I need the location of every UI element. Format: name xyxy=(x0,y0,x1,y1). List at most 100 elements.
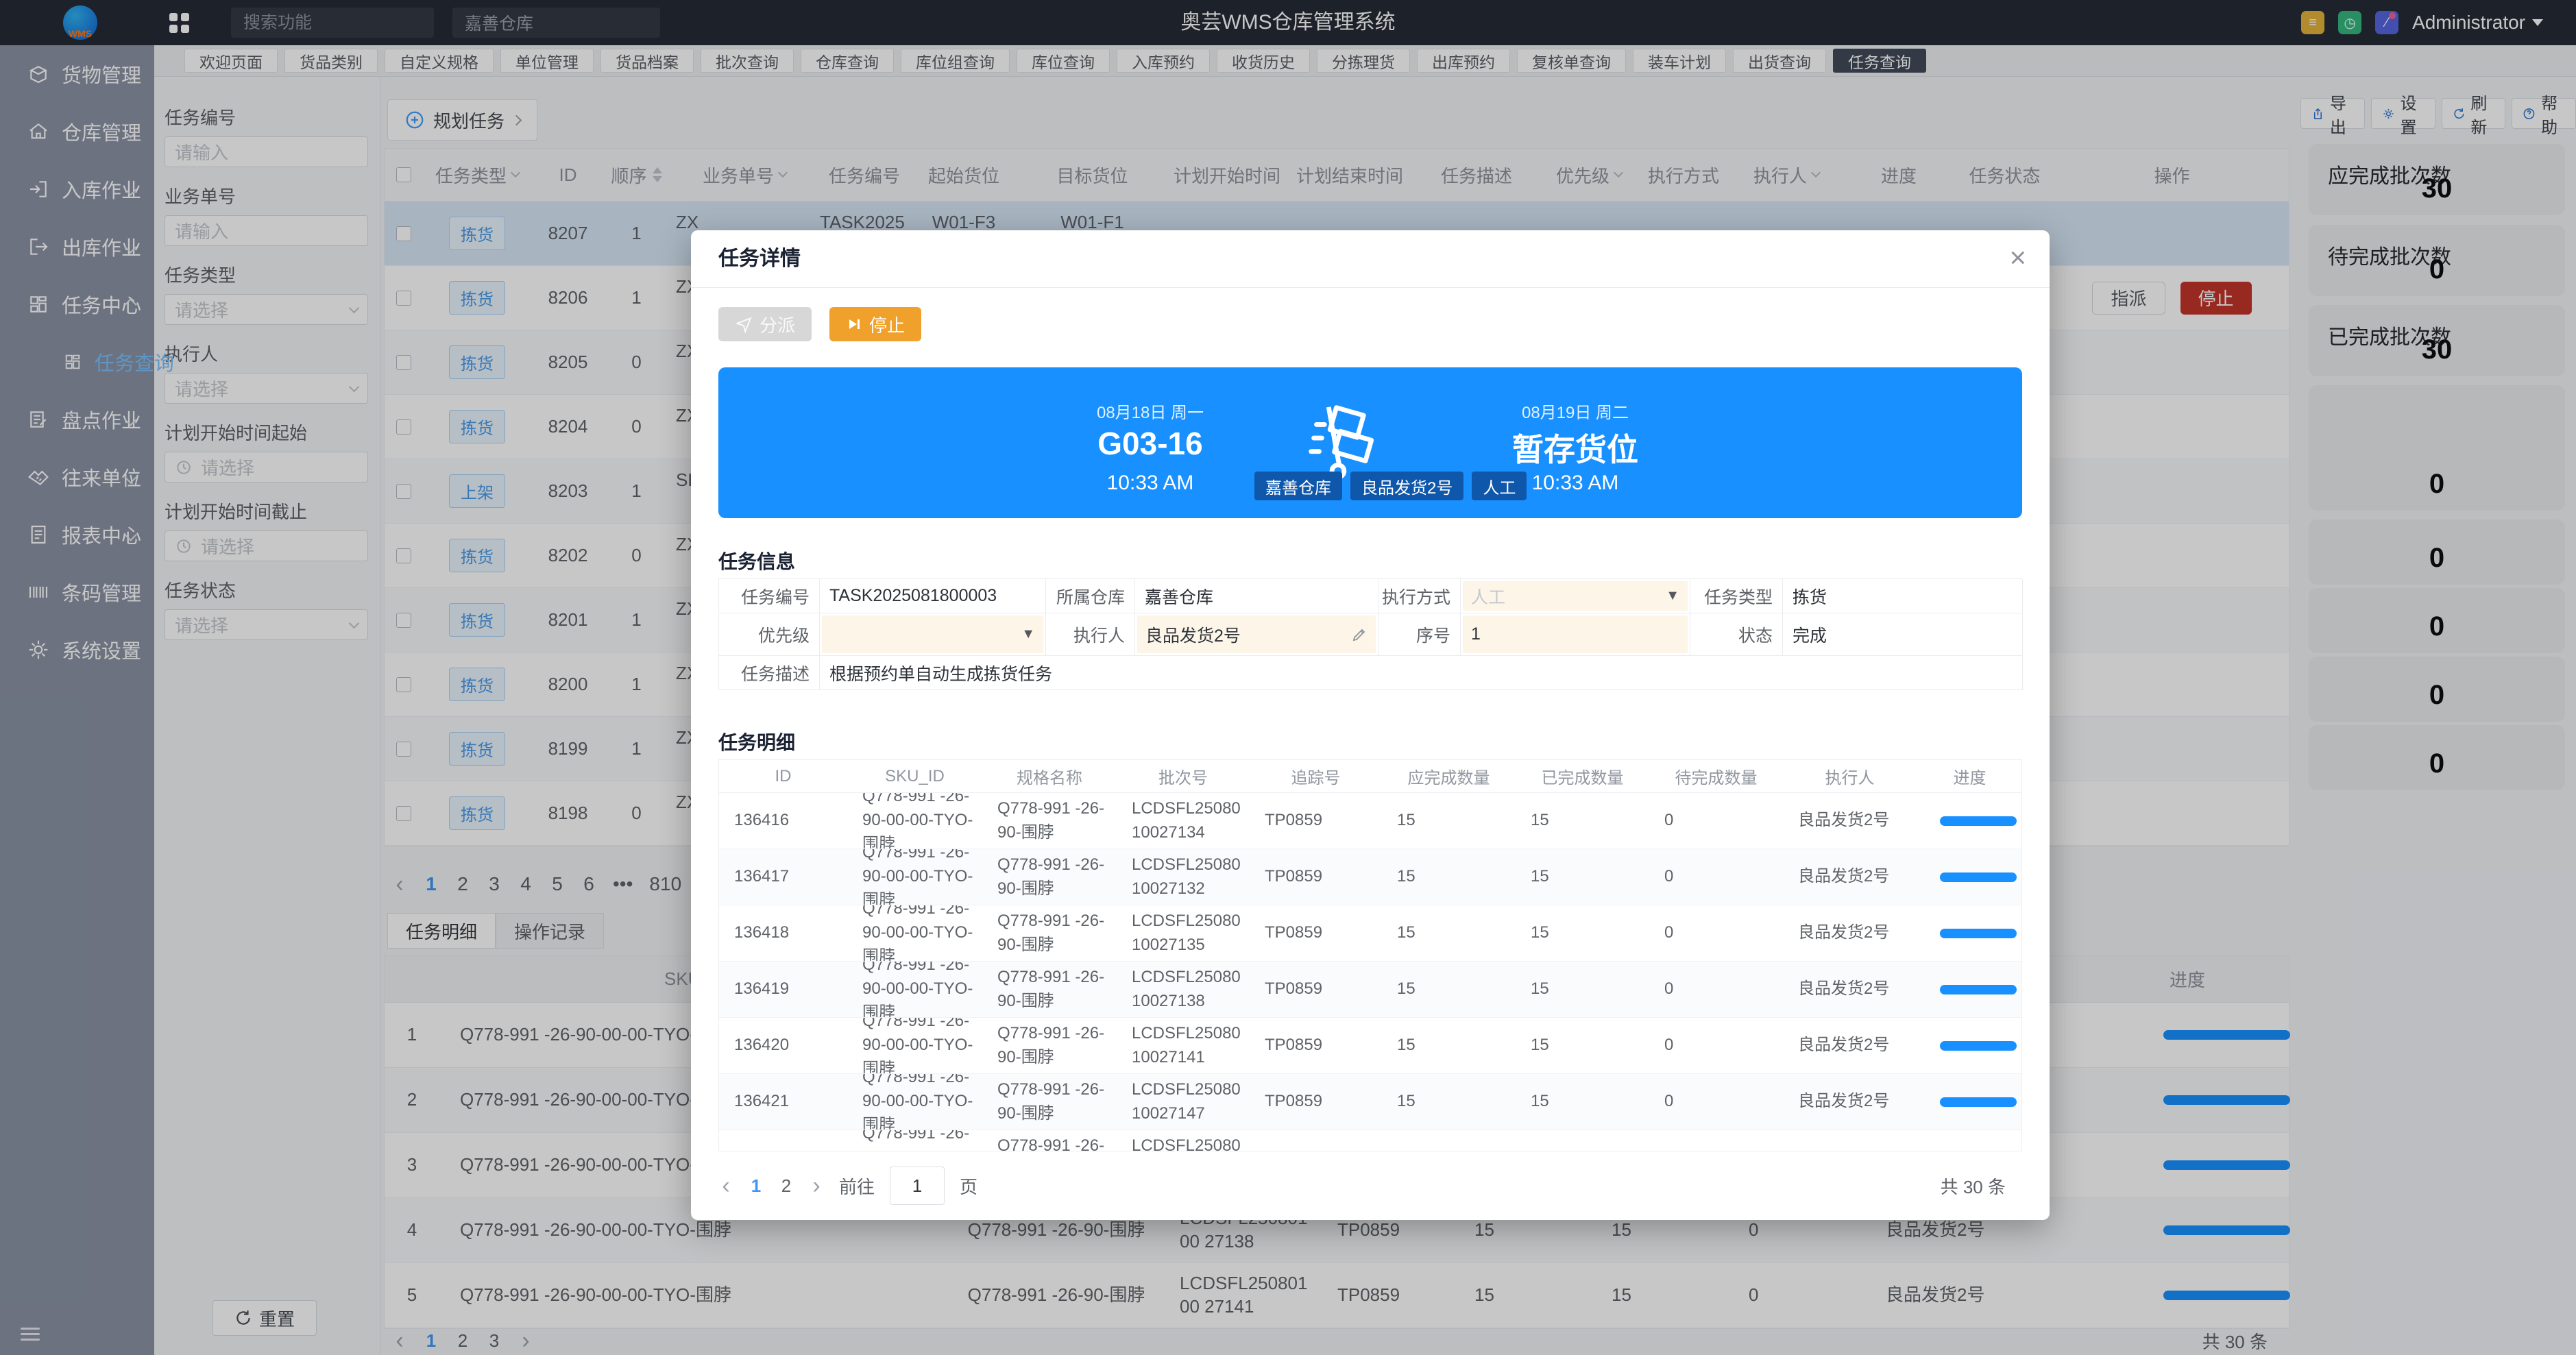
stop-button[interactable]: 停止 xyxy=(829,307,921,341)
detail-done-cell xyxy=(1516,1130,1649,1151)
detail-executor-cell: 良品发货2号 xyxy=(1783,1074,1917,1130)
detail-plan-cell: 15 xyxy=(1382,962,1516,1017)
detail-column-header: 规格名称 xyxy=(982,760,1117,792)
edit-pencil-icon[interactable] xyxy=(1351,626,1368,643)
detail-todo-cell: 0 xyxy=(1649,1074,1783,1130)
executor-field[interactable]: 良品发货2号 xyxy=(1137,615,1376,653)
detail-id-cell: 136419 xyxy=(719,962,847,1017)
detail-row[interactable]: 136417Q778-991 -26-90-00-00-TYO-围脖Q778-9… xyxy=(719,849,2021,905)
executor-cell: 良品发货2号 xyxy=(1135,613,1378,656)
modal-detail-table: IDSKU_ID规格名称批次号追踪号应完成数量已完成数量待完成数量执行人进度 1… xyxy=(718,759,2022,1151)
prev-page-icon[interactable]: ‹ xyxy=(718,1173,733,1199)
priority-select[interactable]: ▼ xyxy=(822,615,1043,653)
next-page-icon[interactable]: › xyxy=(809,1173,824,1199)
detail-batch-cell: LCDSFL2508010027141 xyxy=(1117,1018,1250,1073)
stop-icon xyxy=(846,316,862,332)
detail-row[interactable]: Q778-991 -26-90-00-00-TYO-围脖Q778-991 -26… xyxy=(719,1130,2021,1151)
detail-spec-cell: Q778-991 -26-90-围脖 xyxy=(982,962,1117,1017)
detail-row[interactable]: 136419Q778-991 -26-90-00-00-TYO-围脖Q778-9… xyxy=(719,962,2021,1018)
detail-todo-cell: 0 xyxy=(1649,905,1783,961)
page-2[interactable]: 2 xyxy=(779,1175,794,1197)
modal-detail-header: IDSKU_ID规格名称批次号追踪号应完成数量已完成数量待完成数量执行人进度 xyxy=(719,760,2021,793)
detail-executor-cell: 良品发货2号 xyxy=(1783,962,1917,1017)
modal-actions: 分派 停止 xyxy=(718,307,921,341)
type-label: 任务类型 xyxy=(1690,579,1783,613)
detail-spec-cell: Q778-991 -26-90-围脖 xyxy=(982,1130,1117,1151)
assign-label: 分派 xyxy=(760,312,795,337)
detail-sku-cell: Q778-991 -26-90-00-00-TYO-围脖 xyxy=(847,793,982,849)
detail-track-cell: TP0859 xyxy=(1250,1074,1382,1130)
banner-tag: 良品发货2号 xyxy=(1350,472,1463,500)
detail-progress-cell xyxy=(1917,1074,2022,1130)
progress-bar xyxy=(1940,816,2017,826)
detail-column-header: ID xyxy=(719,760,847,792)
detail-row[interactable]: 136416Q778-991 -26-90-00-00-TYO-围脖Q778-9… xyxy=(719,793,2021,849)
detail-id-cell: 136421 xyxy=(719,1074,847,1130)
detail-progress-cell xyxy=(1917,1130,2022,1151)
seq-cell: 1 xyxy=(1461,613,1690,656)
progress-bar xyxy=(1940,872,2017,882)
status-label: 状态 xyxy=(1690,613,1783,656)
seq-value: 1 xyxy=(1471,624,1481,644)
goto-page-input[interactable] xyxy=(890,1167,945,1205)
detail-plan-cell: 15 xyxy=(1382,793,1516,849)
detail-todo-cell xyxy=(1649,1130,1783,1151)
origin-location: G03-16 xyxy=(1027,425,1274,462)
progress-bar xyxy=(1940,1041,2017,1051)
detail-plan-cell xyxy=(1382,1130,1516,1151)
detail-track-cell: TP0859 xyxy=(1250,849,1382,905)
detail-row[interactable]: 136421Q778-991 -26-90-00-00-TYO-围脖Q778-9… xyxy=(719,1074,2021,1130)
detail-column-header: 已完成数量 xyxy=(1516,760,1649,792)
detail-sku-cell: Q778-991 -26-90-00-00-TYO-围脖 xyxy=(847,849,982,905)
seq-field[interactable]: 1 xyxy=(1463,615,1688,653)
origin-time: 10:33 AM xyxy=(1027,472,1274,495)
detail-column-header: 进度 xyxy=(1917,760,2022,792)
destination-date: 08月19日 周二 xyxy=(1452,399,1699,423)
detail-track-cell: TP0859 xyxy=(1250,1018,1382,1073)
detail-batch-cell: LCDSFL2508010027135 xyxy=(1117,905,1250,961)
select-arrow-icon: ▼ xyxy=(1021,626,1035,642)
executor-value: 良品发货2号 xyxy=(1145,622,1241,647)
close-icon[interactable]: × xyxy=(2009,241,2026,274)
method-select[interactable]: 人工 ▼ xyxy=(1463,581,1688,611)
seq-label: 序号 xyxy=(1378,613,1461,656)
warehouse-label: 所属仓库 xyxy=(1046,579,1135,613)
detail-executor-cell: 良品发货2号 xyxy=(1783,905,1917,961)
progress-bar xyxy=(1940,929,2017,938)
detail-id-cell: 136417 xyxy=(719,849,847,905)
detail-spec-cell: Q778-991 -26-90-围脖 xyxy=(982,849,1117,905)
detail-executor-cell: 良品发货2号 xyxy=(1783,849,1917,905)
detail-row[interactable]: 136418Q778-991 -26-90-00-00-TYO-围脖Q778-9… xyxy=(719,905,2021,962)
detail-section-title: 任务明细 xyxy=(718,728,795,755)
detail-done-cell: 15 xyxy=(1516,1074,1649,1130)
detail-done-cell: 15 xyxy=(1516,905,1649,961)
detail-executor-cell xyxy=(1783,1130,1917,1151)
method-cell: 人工 ▼ xyxy=(1461,579,1690,613)
desc-label: 任务描述 xyxy=(719,656,820,690)
status-value: 完成 xyxy=(1783,613,2023,656)
detail-todo-cell: 0 xyxy=(1649,793,1783,849)
detail-track-cell: TP0859 xyxy=(1250,793,1382,849)
page-1[interactable]: 1 xyxy=(749,1175,764,1197)
priority-cell: ▼ xyxy=(820,613,1046,656)
stop-label: 停止 xyxy=(869,312,905,337)
executor-label: 执行人 xyxy=(1046,613,1135,656)
detail-row[interactable]: 136420Q778-991 -26-90-00-00-TYO-围脖Q778-9… xyxy=(719,1018,2021,1074)
detail-progress-cell xyxy=(1917,849,2022,905)
detail-column-header: 执行人 xyxy=(1783,760,1917,792)
detail-done-cell: 15 xyxy=(1516,793,1649,849)
detail-sku-cell: Q778-991 -26-90-00-00-TYO-围脖 xyxy=(847,1130,982,1151)
progress-bar xyxy=(1940,1097,2017,1107)
detail-id-cell: 136418 xyxy=(719,905,847,961)
modal-header: 任务详情 × xyxy=(691,230,2050,288)
modal-title: 任务详情 xyxy=(718,230,801,288)
detail-batch-cell: LCDSFL2508010027138 xyxy=(1117,962,1250,1017)
detail-column-header: SKU_ID xyxy=(847,760,982,792)
detail-column-header: 批次号 xyxy=(1117,760,1250,792)
detail-track-cell: TP0859 xyxy=(1250,905,1382,961)
assign-button[interactable]: 分派 xyxy=(718,307,812,341)
detail-sku-cell: Q778-991 -26-90-00-00-TYO-围脖 xyxy=(847,1074,982,1130)
task-info-grid: 任务编号 TASK2025081800003 所属仓库 嘉善仓库 执行方式 人工… xyxy=(718,578,2022,690)
total-count: 共 30 条 xyxy=(1941,1173,2006,1199)
type-value: 拣货 xyxy=(1783,579,2023,613)
